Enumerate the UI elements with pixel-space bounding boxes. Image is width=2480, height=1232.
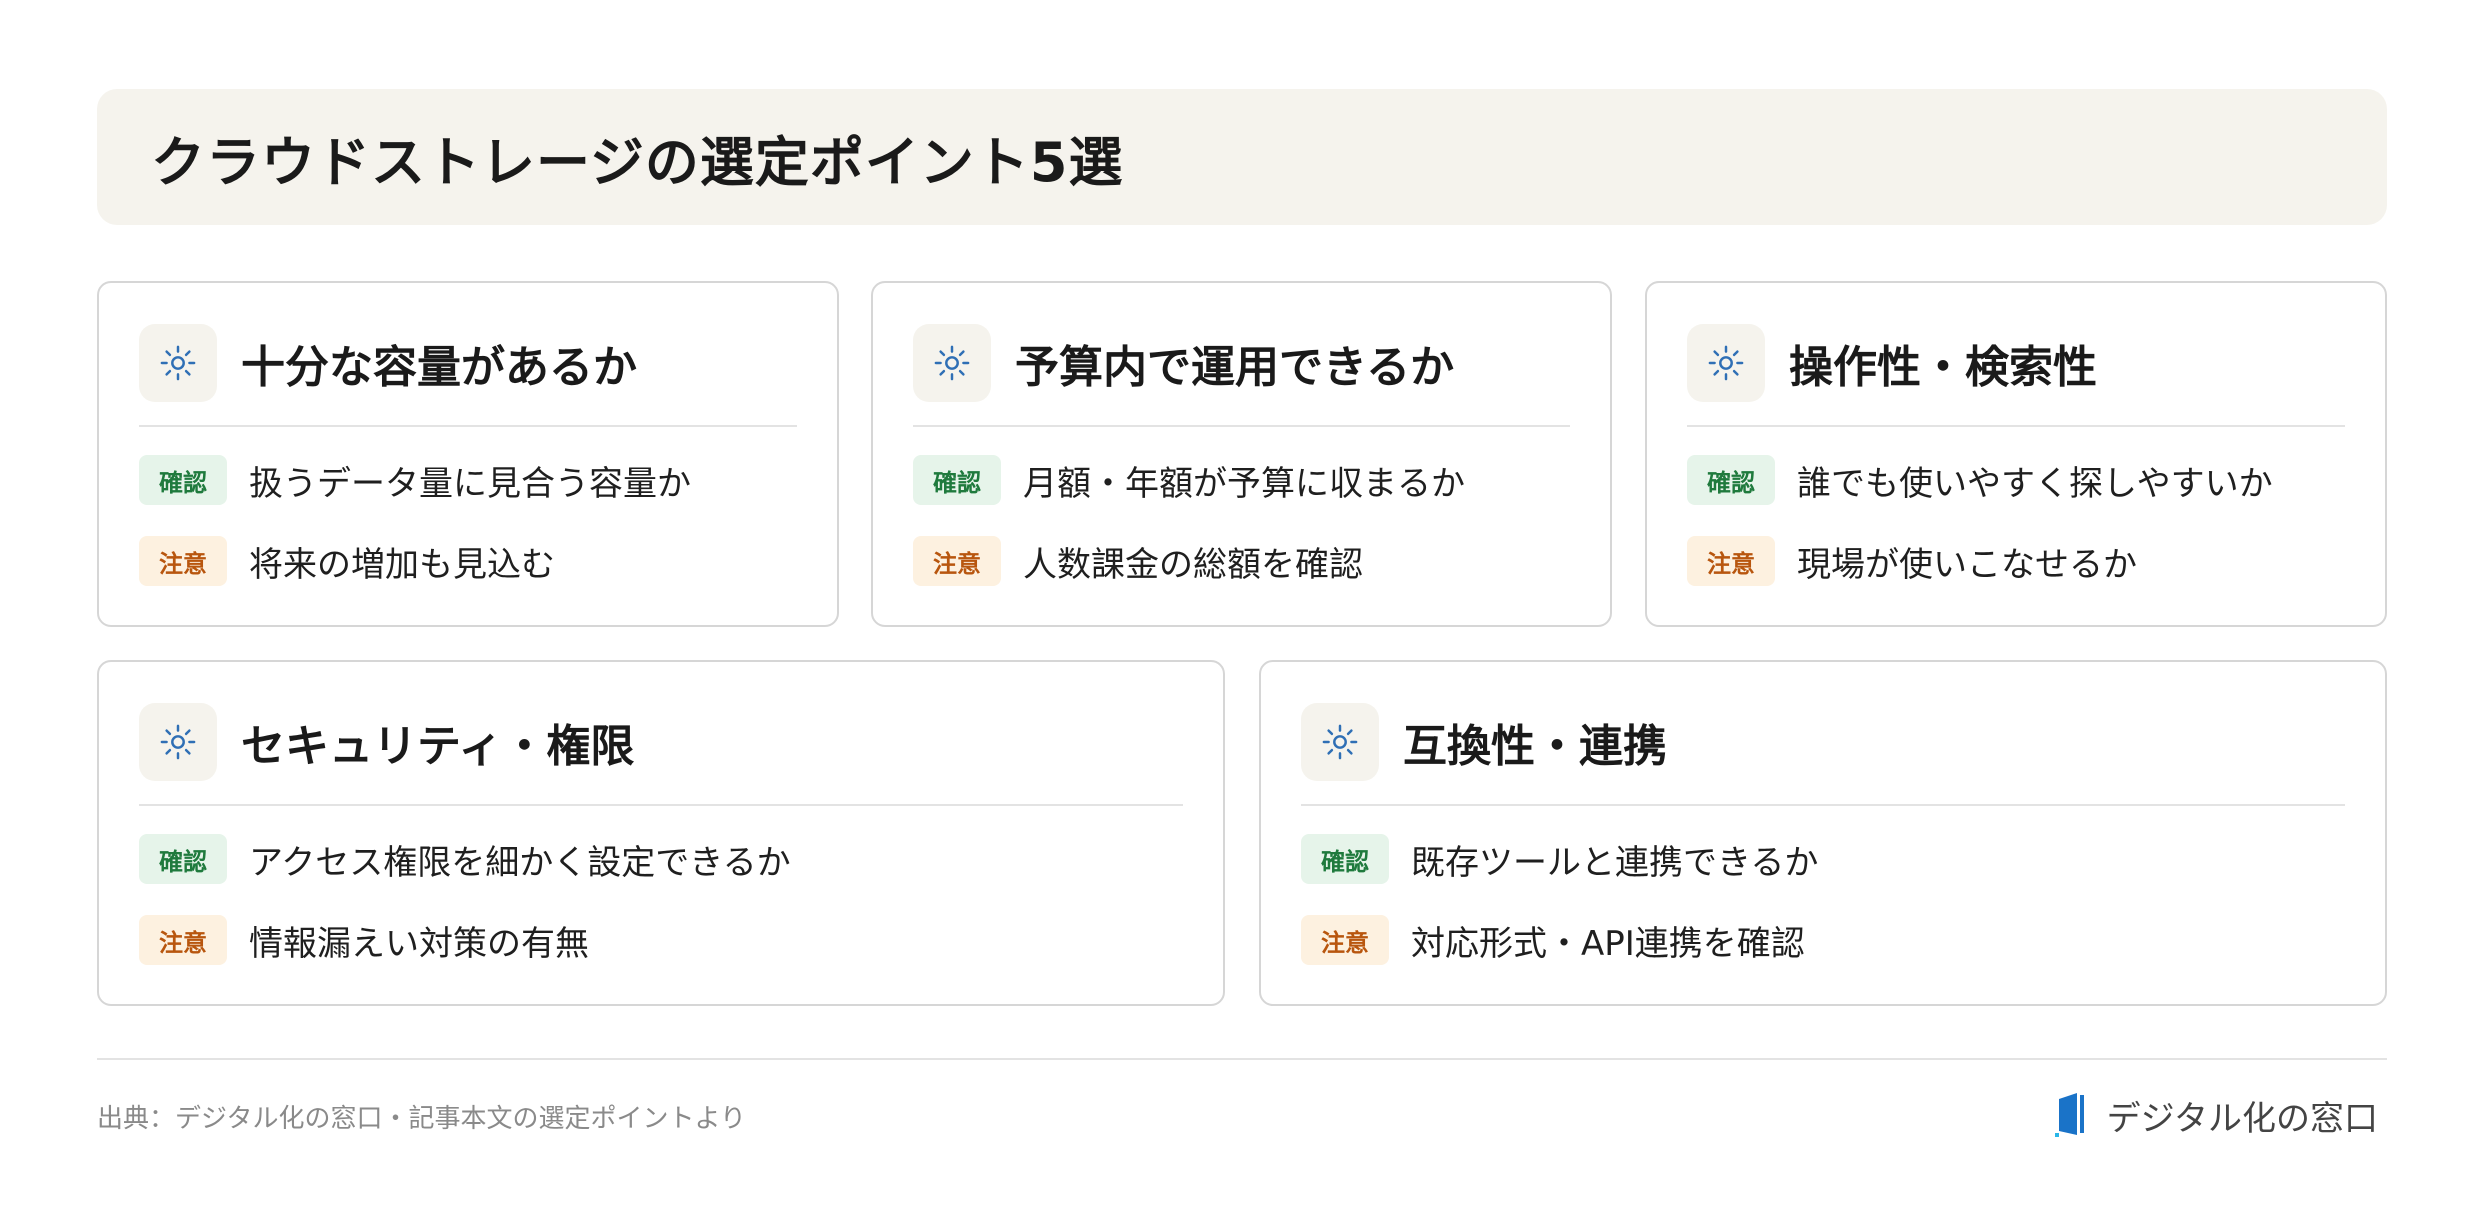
caution-text: 対応形式・API連携を確認 bbox=[1411, 923, 1805, 964]
card-title: 互換性・連携 bbox=[1403, 721, 1667, 772]
door-logo-icon bbox=[2054, 1093, 2084, 1137]
card-usability: 操作性・検索性 確認 誰でも使いやすく探しやすいか 注意 現場が使いこなせるか bbox=[1645, 281, 2387, 627]
brand-name: デジタル化の窓口 bbox=[2106, 1098, 2378, 1139]
caution-badge: 注意 bbox=[1687, 536, 1775, 586]
card-security: セキュリティ・権限 確認 アクセス権限を細かく設定できるか 注意 情報漏えい対策… bbox=[97, 660, 1225, 1006]
caution-row: 注意 人数課金の総額を確認 bbox=[913, 534, 1570, 588]
sun-icon bbox=[913, 324, 991, 402]
check-badge: 確認 bbox=[1687, 455, 1775, 505]
card-header: 互換性・連携 bbox=[1301, 702, 2345, 806]
sun-icon bbox=[1301, 703, 1379, 781]
caution-badge: 注意 bbox=[913, 536, 1001, 586]
caution-text: 現場が使いこなせるか bbox=[1797, 544, 2137, 585]
check-row: 確認 既存ツールと連携できるか bbox=[1301, 832, 2345, 886]
check-badge: 確認 bbox=[139, 455, 227, 505]
check-text: 月額・年額が予算に収まるか bbox=[1023, 463, 1465, 504]
caution-row: 注意 対応形式・API連携を確認 bbox=[1301, 913, 2345, 967]
caution-text: 人数課金の総額を確認 bbox=[1023, 544, 1363, 585]
caution-badge: 注意 bbox=[139, 536, 227, 586]
check-row: 確認 誰でも使いやすく探しやすいか bbox=[1687, 453, 2345, 507]
caution-row: 注意 情報漏えい対策の有無 bbox=[139, 913, 1183, 967]
caution-text: 情報漏えい対策の有無 bbox=[249, 923, 589, 964]
check-text: 誰でも使いやすく探しやすいか bbox=[1797, 463, 2273, 504]
source-note: 出典：デジタル化の窓口・記事本文の選定ポイントより bbox=[97, 1104, 746, 1134]
check-text: 扱うデータ量に見合う容量か bbox=[249, 463, 691, 504]
caution-text: 将来の増加も見込む bbox=[249, 544, 555, 585]
check-text: 既存ツールと連携できるか bbox=[1411, 842, 1819, 883]
caution-row: 注意 将来の増加も見込む bbox=[139, 534, 797, 588]
page-title: クラウドストレージの選定ポイント5選 bbox=[151, 130, 1124, 194]
caution-badge: 注意 bbox=[1301, 915, 1389, 965]
caution-badge: 注意 bbox=[139, 915, 227, 965]
check-text: アクセス権限を細かく設定できるか bbox=[249, 842, 791, 883]
card-header: 操作性・検索性 bbox=[1687, 323, 2345, 427]
check-badge: 確認 bbox=[1301, 834, 1389, 884]
sun-icon bbox=[1687, 324, 1765, 402]
title-banner: クラウドストレージの選定ポイント5選 bbox=[97, 89, 2387, 225]
card-header: セキュリティ・権限 bbox=[139, 702, 1183, 806]
card-compatibility: 互換性・連携 確認 既存ツールと連携できるか 注意 対応形式・API連携を確認 bbox=[1259, 660, 2387, 1006]
card-budget: 予算内で運用できるか 確認 月額・年額が予算に収まるか 注意 人数課金の総額を確… bbox=[871, 281, 1612, 627]
card-title: 予算内で運用できるか bbox=[1015, 342, 1455, 393]
card-header: 予算内で運用できるか bbox=[913, 323, 1570, 427]
sun-icon bbox=[139, 703, 217, 781]
brand-logo: デジタル化の窓口 bbox=[2053, 1090, 2378, 1140]
check-row: 確認 扱うデータ量に見合う容量か bbox=[139, 453, 797, 507]
card-title: 十分な容量があるか bbox=[241, 342, 637, 393]
sun-icon bbox=[139, 324, 217, 402]
card-title: セキュリティ・権限 bbox=[241, 721, 635, 772]
check-row: 確認 月額・年額が予算に収まるか bbox=[913, 453, 1570, 507]
card-title: 操作性・検索性 bbox=[1789, 342, 2097, 393]
card-capacity: 十分な容量があるか 確認 扱うデータ量に見合う容量か 注意 将来の増加も見込む bbox=[97, 281, 839, 627]
footer-divider bbox=[97, 1058, 2387, 1060]
check-badge: 確認 bbox=[913, 455, 1001, 505]
caution-row: 注意 現場が使いこなせるか bbox=[1687, 534, 2345, 588]
card-header: 十分な容量があるか bbox=[139, 323, 797, 427]
check-badge: 確認 bbox=[139, 834, 227, 884]
check-row: 確認 アクセス権限を細かく設定できるか bbox=[139, 832, 1183, 886]
